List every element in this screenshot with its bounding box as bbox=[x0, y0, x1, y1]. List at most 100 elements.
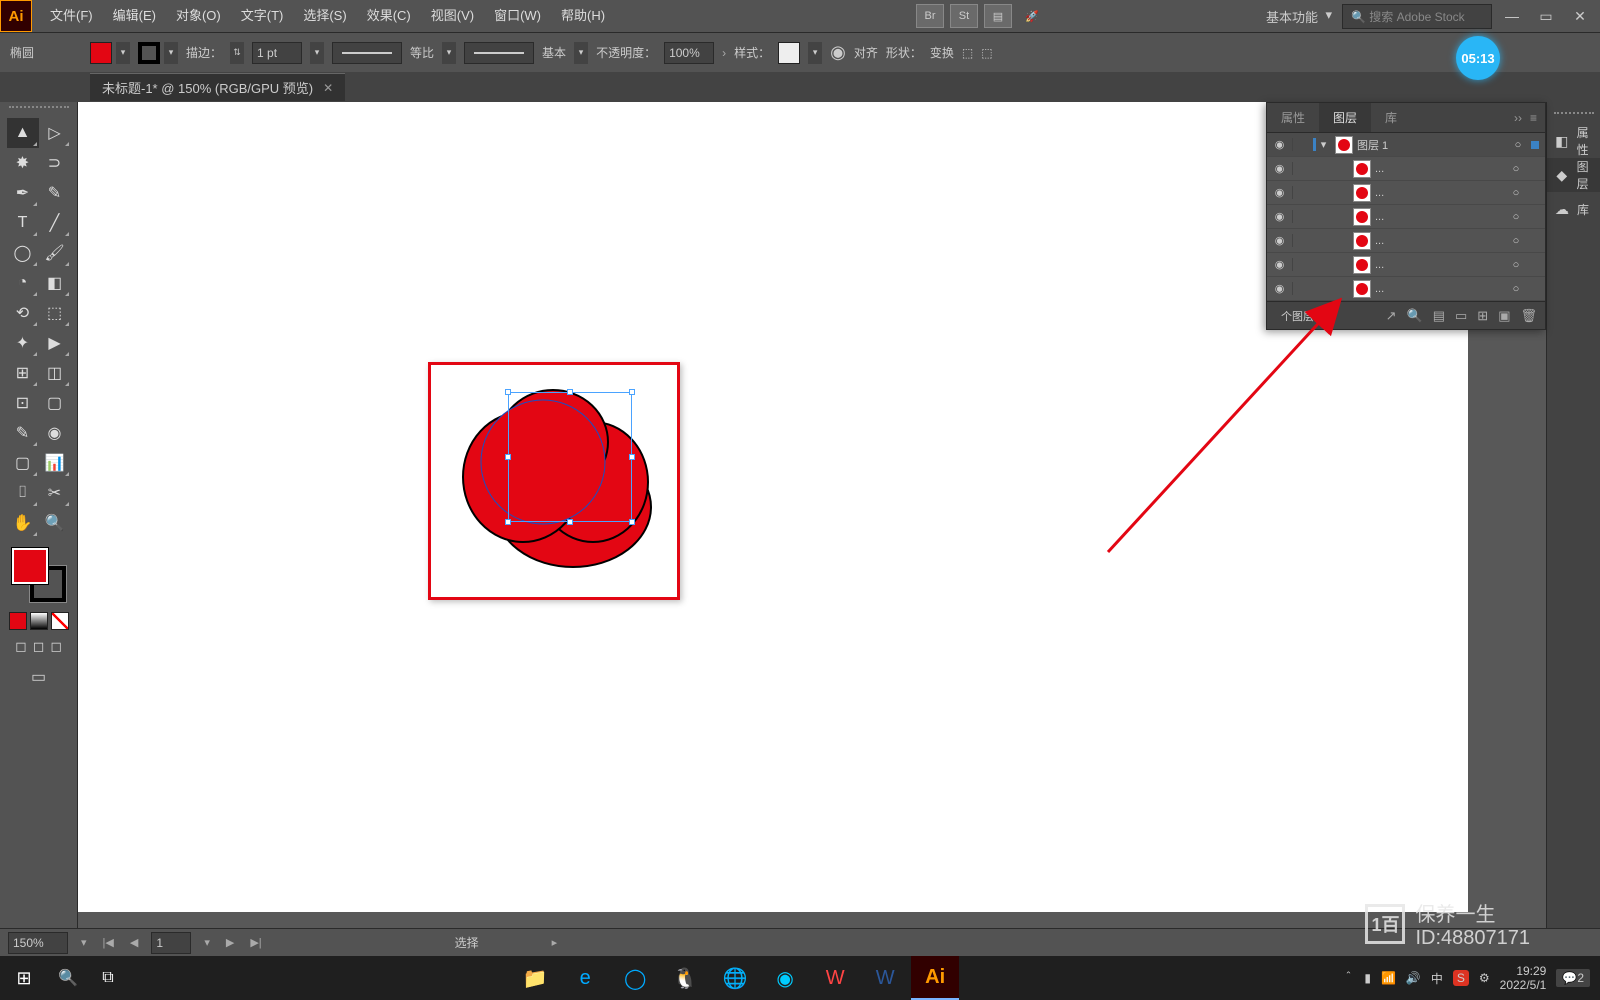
maximize-button[interactable]: ▭ bbox=[1532, 6, 1560, 26]
menu-select[interactable]: 选择(S) bbox=[293, 0, 356, 32]
layer-name[interactable]: 图层 1 bbox=[1357, 137, 1505, 153]
menu-edit[interactable]: 编辑(E) bbox=[103, 0, 166, 32]
target-icon[interactable]: ○ bbox=[1505, 139, 1531, 151]
settings-tray-icon[interactable]: ⚙ bbox=[1479, 971, 1490, 985]
mesh-tool[interactable]: ⊡ bbox=[7, 388, 39, 418]
visibility-toggle[interactable]: ◉ bbox=[1267, 210, 1293, 223]
close-tab-icon[interactable]: ✕ bbox=[323, 81, 333, 95]
document-tab[interactable]: 未标题-1* @ 150% (RGB/GPU 预览) ✕ bbox=[90, 73, 345, 101]
new-sublayer-icon[interactable]: ⊞ bbox=[1477, 308, 1488, 324]
layer-row[interactable]: ◉...○ bbox=[1267, 229, 1545, 253]
draw-inside-icon[interactable]: ◻ bbox=[50, 638, 62, 655]
new-layer-icon[interactable]: ▣ bbox=[1498, 308, 1510, 324]
hand-tool[interactable]: ✋ bbox=[7, 508, 39, 538]
task-view[interactable]: ⧉ bbox=[88, 969, 128, 987]
menu-file[interactable]: 文件(F) bbox=[40, 0, 103, 32]
visibility-toggle[interactable]: ◉ bbox=[1267, 282, 1293, 295]
eyedropper-tool[interactable]: ✎ bbox=[7, 418, 39, 448]
stroke-weight-stepper[interactable]: ⇅ bbox=[230, 42, 244, 64]
scale-tool[interactable]: ⬚ bbox=[39, 298, 71, 328]
fill-swatch[interactable] bbox=[90, 42, 112, 64]
screen-mode-icon[interactable]: ▭ bbox=[31, 667, 46, 687]
wps-icon[interactable]: W bbox=[811, 956, 859, 1000]
explorer-icon[interactable]: 📁 bbox=[511, 956, 559, 1000]
minimize-button[interactable]: — bbox=[1498, 6, 1526, 26]
graph-tool[interactable]: 📊 bbox=[39, 448, 71, 478]
zoom-tool[interactable]: 🔍 bbox=[39, 508, 71, 538]
menu-view[interactable]: 视图(V) bbox=[421, 0, 484, 32]
bridge-icon[interactable]: Br bbox=[916, 4, 944, 28]
stroke-weight-input[interactable] bbox=[252, 42, 302, 64]
ime-icon[interactable]: 中 bbox=[1431, 970, 1443, 987]
fill-dropdown[interactable]: ▾ bbox=[116, 42, 130, 64]
prev-artboard[interactable]: ◀ bbox=[127, 936, 141, 949]
profile-dd[interactable]: ▾ bbox=[442, 42, 456, 64]
shape-builder-tool[interactable]: ⊞ bbox=[7, 358, 39, 388]
style-swatch[interactable] bbox=[778, 42, 800, 64]
workspace-dropdown[interactable]: 基本功能 bbox=[1258, 5, 1336, 28]
toolbox-grip[interactable] bbox=[9, 106, 69, 114]
lasso-tool[interactable]: ⊃ bbox=[39, 148, 71, 178]
system-tray[interactable]: ＾ ▮ 📶 🔊 中 S ⚙ 19:292022/5/1 💬2 bbox=[1342, 964, 1600, 993]
volume-icon[interactable]: 🔊 bbox=[1406, 971, 1421, 985]
menu-help[interactable]: 帮助(H) bbox=[551, 0, 615, 32]
start-button[interactable]: ⊞ bbox=[0, 956, 48, 1000]
chrome-icon[interactable]: 🌐 bbox=[711, 956, 759, 1000]
gradient-tool[interactable]: ▢ bbox=[39, 388, 71, 418]
gpu-icon[interactable]: 🚀 bbox=[1018, 4, 1046, 28]
layer-row-parent[interactable]: ◉ ▾ 图层 1 ○ bbox=[1267, 133, 1545, 157]
edge-legacy-icon[interactable]: e bbox=[561, 956, 609, 1000]
artboard-tool[interactable]: ⌷ bbox=[7, 478, 39, 508]
menu-object[interactable]: 对象(O) bbox=[166, 0, 231, 32]
symbol-sprayer-tool[interactable]: ▢ bbox=[7, 448, 39, 478]
zoom-input[interactable] bbox=[8, 932, 68, 954]
blend-tool[interactable]: ◉ bbox=[39, 418, 71, 448]
dock-libraries[interactable]: ☁库 bbox=[1547, 192, 1600, 226]
color-mode-fill[interactable] bbox=[9, 612, 27, 630]
menu-window[interactable]: 窗口(W) bbox=[484, 0, 551, 32]
browser-icon[interactable]: ◯ bbox=[611, 956, 659, 1000]
artboard-dd[interactable]: ▾ bbox=[201, 936, 213, 949]
shape-label[interactable]: 形状： bbox=[886, 44, 922, 61]
perspective-tool[interactable]: ◫ bbox=[39, 358, 71, 388]
next-artboard[interactable]: ▶ bbox=[223, 936, 237, 949]
paintbrush-tool[interactable]: 🖌 bbox=[39, 238, 71, 268]
sogou-icon[interactable]: S bbox=[1453, 970, 1469, 986]
tab-layers[interactable]: 图层 bbox=[1319, 103, 1371, 132]
delete-icon[interactable]: 🗑 bbox=[1520, 308, 1537, 324]
panel-collapse-icon[interactable]: ›› bbox=[1514, 111, 1522, 125]
shaper-tool[interactable]: ◔ bbox=[7, 268, 39, 298]
visibility-toggle[interactable]: ◉ bbox=[1267, 138, 1293, 151]
stock-search[interactable]: 🔍 搜索 Adobe Stock bbox=[1342, 4, 1492, 29]
color-proxy[interactable] bbox=[12, 548, 66, 602]
isolate2-icon[interactable]: ⬚ bbox=[981, 46, 992, 60]
fill-proxy[interactable] bbox=[12, 548, 48, 584]
collect-icon[interactable]: ▤ bbox=[1433, 308, 1445, 324]
tab-properties[interactable]: 属性 bbox=[1267, 103, 1319, 132]
opacity-input[interactable] bbox=[664, 42, 714, 64]
rotate-tool[interactable]: ⟲ bbox=[7, 298, 39, 328]
isolate-icon[interactable]: ⬚ bbox=[962, 46, 973, 60]
tray-expand-icon[interactable]: ＾ bbox=[1342, 970, 1354, 987]
color-mode-gradient[interactable] bbox=[30, 612, 48, 630]
pen-tool[interactable]: ✒ bbox=[7, 178, 39, 208]
stock-icon[interactable]: St bbox=[950, 4, 978, 28]
selection-bounding-box[interactable] bbox=[508, 392, 632, 522]
dock-properties[interactable]: ◧属性 bbox=[1547, 124, 1600, 158]
brush-preview[interactable] bbox=[464, 42, 534, 64]
slice-tool[interactable]: ✂ bbox=[39, 478, 71, 508]
word-icon[interactable]: W bbox=[861, 956, 909, 1000]
profile-preview[interactable] bbox=[332, 42, 402, 64]
tab-libraries[interactable]: 库 bbox=[1371, 103, 1411, 132]
battery-icon[interactable]: ▮ bbox=[1364, 971, 1371, 985]
artboard-input[interactable] bbox=[151, 932, 191, 954]
draw-behind-icon[interactable]: ◻ bbox=[33, 638, 45, 655]
illustrator-taskbar-icon[interactable]: Ai bbox=[911, 956, 959, 1000]
visibility-toggle[interactable]: ◉ bbox=[1267, 162, 1293, 175]
visibility-toggle[interactable]: ◉ bbox=[1267, 234, 1293, 247]
layer-row[interactable]: ◉...○ bbox=[1267, 181, 1545, 205]
visibility-toggle[interactable]: ◉ bbox=[1267, 258, 1293, 271]
style-dd[interactable]: ▾ bbox=[808, 42, 822, 64]
locate-icon[interactable]: ↗ bbox=[1386, 308, 1397, 324]
color-mode-none[interactable] bbox=[51, 612, 69, 630]
